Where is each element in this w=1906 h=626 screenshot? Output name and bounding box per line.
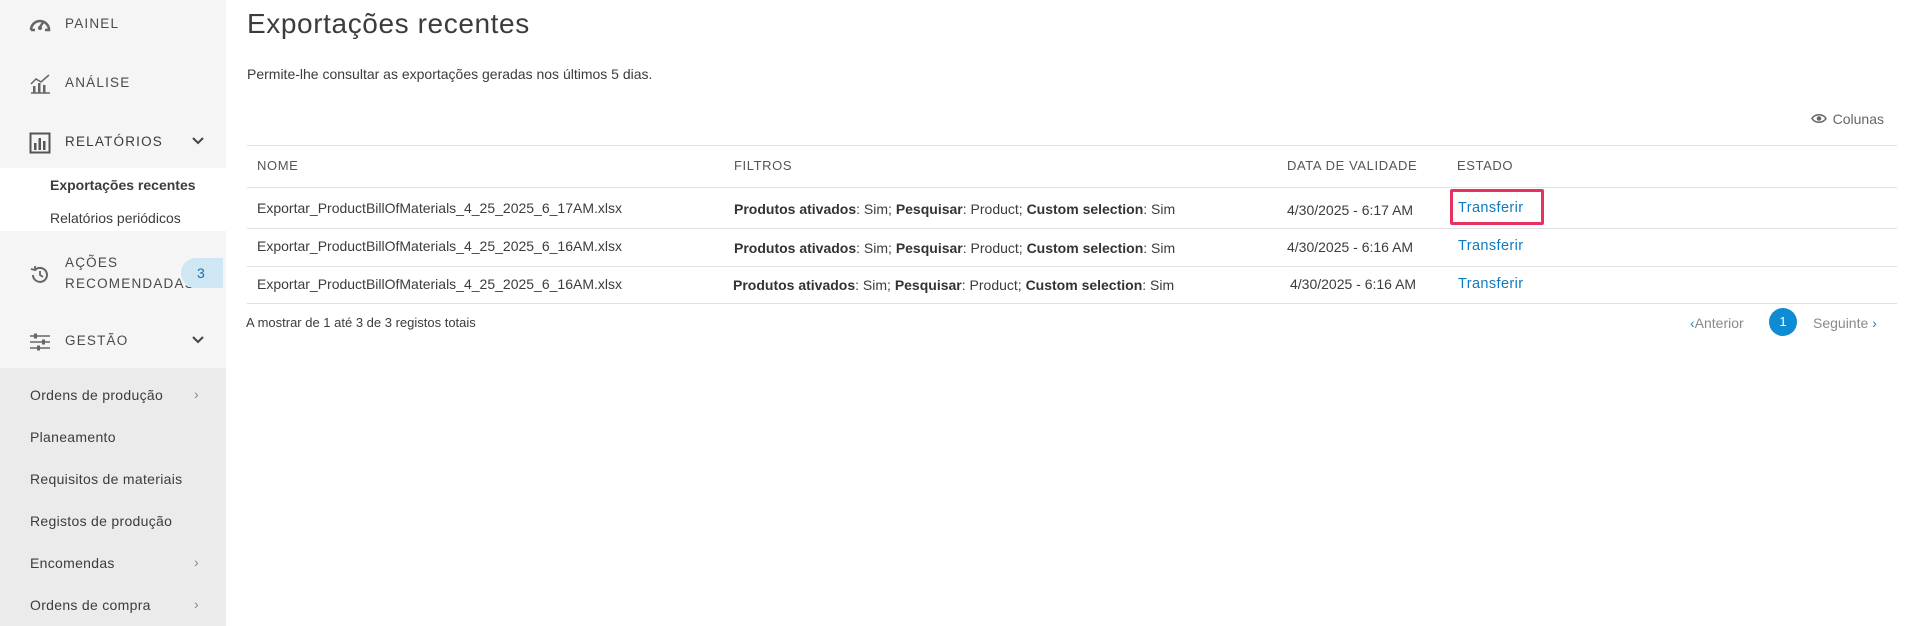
- badge-count: 3: [197, 265, 205, 281]
- chevron-down-icon: [192, 132, 204, 148]
- eye-icon: [1810, 111, 1827, 127]
- dashboard-gauge-icon: [28, 13, 52, 37]
- sidebar-item-label: Planeamento: [30, 429, 116, 445]
- gestao-submenu: Ordens de produção › Planeamento Requisi…: [0, 368, 226, 626]
- nav-acoes-label-1: AÇÕES: [65, 255, 119, 270]
- nav-acoes-label-2: RECOMENDADAS: [65, 276, 195, 291]
- filter-value: : Sim: [1143, 240, 1176, 256]
- sidebar-item-label: Exportações recentes: [50, 177, 196, 193]
- filter-key: Custom selection: [1026, 201, 1144, 217]
- nav-painel-label: PAINEL: [65, 16, 120, 31]
- chevron-right-icon: ›: [194, 386, 199, 402]
- cell-filters: Produtos ativados: Sim; Pesquisar: Produ…: [734, 201, 1175, 217]
- record-count: A mostrar de 1 até 3 de 3 registos totai…: [246, 315, 476, 330]
- sidebar-item-label: Registos de produção: [30, 513, 173, 529]
- nav-relatorios-label: RELATÓRIOS: [65, 134, 164, 149]
- sidebar-item-registos-producao[interactable]: Registos de produção: [0, 502, 226, 542]
- chevron-right-icon: ›: [194, 554, 199, 570]
- cell-date: 4/30/2025 - 6:17 AM: [1287, 202, 1414, 218]
- recommended-actions-count-badge: 3: [181, 258, 223, 288]
- report-chart-icon: [28, 131, 52, 155]
- sidebar-item-label: Relatórios periódicos: [50, 210, 181, 226]
- filter-key: Produtos ativados: [734, 240, 857, 256]
- column-header-data-validade[interactable]: DATA DE VALIDADE: [1287, 158, 1417, 173]
- download-link[interactable]: Transferir: [1458, 238, 1524, 254]
- sidebar-item-relatorios-periodicos[interactable]: Relatórios periódicos: [0, 210, 226, 230]
- table-top-divider: [247, 145, 1897, 146]
- sidebar-item-ordens-compra[interactable]: Ordens de compra ›: [0, 586, 226, 626]
- pager-page-current[interactable]: 1: [1769, 308, 1797, 336]
- filter-key: Custom selection: [1025, 277, 1143, 293]
- filter-key: Pesquisar: [895, 201, 963, 217]
- table-bottom-divider: [247, 303, 1897, 304]
- pager-next-label: Seguinte: [1813, 315, 1869, 331]
- cell-filters: Produtos ativados: Sim; Pesquisar: Produ…: [733, 277, 1174, 293]
- filter-value: : Product;: [962, 201, 1027, 217]
- pager-previous-button[interactable]: ‹Anterior: [1690, 315, 1744, 331]
- cell-date: 4/30/2025 - 6:16 AM: [1287, 239, 1414, 255]
- pager-next-button[interactable]: Seguinte ›: [1813, 315, 1877, 331]
- filter-value: : Sim: [1142, 277, 1175, 293]
- filter-key: Produtos ativados: [734, 201, 857, 217]
- filter-key: Pesquisar: [895, 240, 963, 256]
- nav-analise-label: ANÁLISE: [65, 75, 131, 90]
- row-divider: [247, 266, 1897, 267]
- sidebar-item-exportacoes-recentes[interactable]: Exportações recentes: [0, 177, 226, 197]
- sliders-icon: [28, 330, 52, 354]
- sidebar-item-planeamento[interactable]: Planeamento: [0, 418, 226, 458]
- cell-name: Exportar_ProductBillOfMaterials_4_25_202…: [257, 200, 622, 216]
- row-divider: [247, 228, 1897, 229]
- sidebar-item-label: Ordens de compra: [30, 597, 151, 613]
- filter-value: : Sim;: [856, 240, 896, 256]
- filter-key: Produtos ativados: [733, 277, 856, 293]
- nav-painel[interactable]: PAINEL: [0, 11, 226, 39]
- cell-name: Exportar_ProductBillOfMaterials_4_25_202…: [257, 276, 622, 292]
- filter-value: : Sim: [1143, 201, 1176, 217]
- column-header-filtros[interactable]: FILTROS: [734, 158, 792, 173]
- pager-previous-label: Anterior: [1694, 315, 1744, 331]
- nav-analise[interactable]: ANÁLISE: [0, 70, 226, 98]
- sidebar-item-requisitos-materiais[interactable]: Requisitos de materiais: [0, 460, 226, 500]
- nav-gestao-label: GESTÃO: [65, 333, 129, 348]
- chevron-right-icon: ›: [1868, 315, 1877, 331]
- sidebar-item-encomendas[interactable]: Encomendas ›: [0, 544, 226, 584]
- filter-value: : Sim;: [856, 201, 896, 217]
- cell-date: 4/30/2025 - 6:16 AM: [1290, 276, 1417, 292]
- sidebar-item-ordens-producao[interactable]: Ordens de produção ›: [0, 376, 226, 416]
- filter-key: Pesquisar: [894, 277, 962, 293]
- cell-filters: Produtos ativados: Sim; Pesquisar: Produ…: [734, 240, 1175, 256]
- sidebar: PAINEL ANÁLISE RELATÓRIOS Exportações re…: [0, 0, 226, 626]
- filter-value: : Sim;: [855, 277, 895, 293]
- nav-relatorios[interactable]: RELATÓRIOS: [0, 129, 226, 157]
- page-description: Permite-lhe consultar as exportações ger…: [247, 66, 653, 82]
- filter-value: : Product;: [962, 240, 1027, 256]
- sidebar-item-label: Encomendas: [30, 555, 115, 571]
- nav-gestao[interactable]: GESTÃO: [0, 328, 226, 356]
- chevron-down-icon: [192, 331, 204, 347]
- columns-button[interactable]: Colunas: [1810, 111, 1884, 127]
- header-divider: [247, 187, 1897, 188]
- filter-value: : Product;: [961, 277, 1026, 293]
- download-link[interactable]: Transferir: [1458, 200, 1524, 216]
- app-root: PAINEL ANÁLISE RELATÓRIOS Exportações re…: [0, 0, 1906, 626]
- columns-button-label: Colunas: [1832, 111, 1884, 127]
- download-link[interactable]: Transferir: [1458, 276, 1524, 292]
- column-header-nome[interactable]: NOME: [257, 158, 298, 173]
- page-title: Exportações recentes: [247, 8, 530, 39]
- sidebar-item-label: Requisitos de materiais: [30, 471, 183, 487]
- filter-key: Custom selection: [1026, 240, 1144, 256]
- relatorios-submenu: Exportações recentes Relatórios periódic…: [0, 168, 226, 231]
- sidebar-item-label: Ordens de produção: [30, 387, 164, 403]
- line-chart-icon: [28, 72, 52, 96]
- history-clock-icon: [28, 263, 52, 287]
- cell-name: Exportar_ProductBillOfMaterials_4_25_202…: [257, 238, 622, 254]
- chevron-right-icon: ›: [194, 596, 199, 612]
- column-header-estado[interactable]: ESTADO: [1457, 158, 1513, 173]
